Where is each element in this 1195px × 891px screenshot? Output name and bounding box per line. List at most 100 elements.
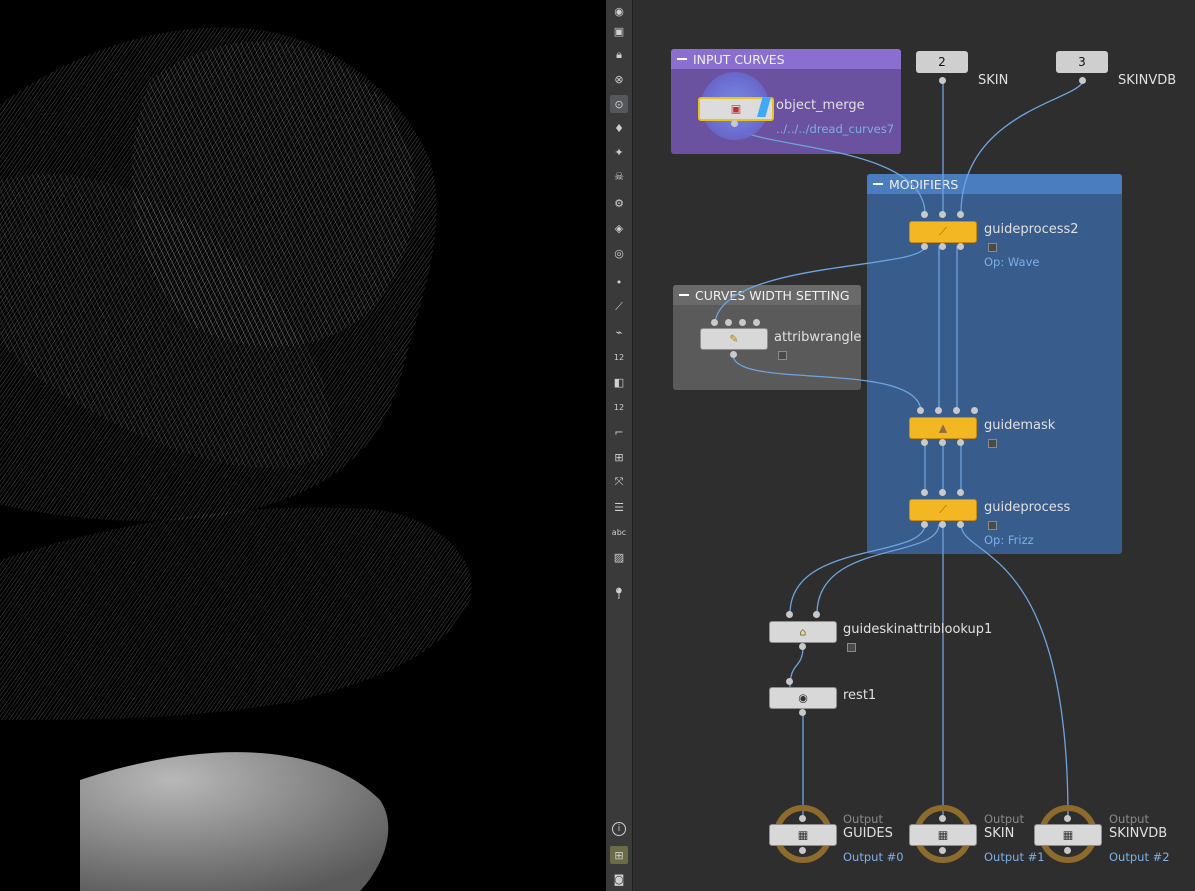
scene-viewport[interactable]: [0, 0, 606, 891]
input-connector[interactable]: [935, 407, 942, 414]
subnet-input-3[interactable]: 3: [1056, 51, 1108, 73]
eye-icon[interactable]: ◉: [610, 2, 628, 20]
input-connector[interactable]: [939, 489, 946, 496]
node-name: rest1: [843, 688, 877, 703]
curve-icon[interactable]: ⌐: [610, 423, 628, 441]
input-connector[interactable]: [921, 211, 928, 218]
ghost-icon[interactable]: ⊗: [610, 70, 628, 88]
input-connector[interactable]: [939, 211, 946, 218]
select-count-icon[interactable]: 12: [610, 348, 628, 366]
output-connector[interactable]: [730, 351, 737, 358]
info-icon[interactable]: i: [610, 820, 628, 838]
output-connector[interactable]: [939, 77, 946, 84]
output-connector[interactable]: [921, 521, 928, 528]
output-connector[interactable]: [939, 439, 946, 446]
text-icon[interactable]: abc: [610, 523, 628, 541]
paint-icon[interactable]: ⚙: [610, 194, 628, 212]
output-connector[interactable]: [921, 243, 928, 250]
output-connector[interactable]: [957, 439, 964, 446]
bypass-flag-icon[interactable]: [988, 439, 997, 448]
output-connector[interactable]: [799, 643, 806, 650]
input-connector[interactable]: [921, 489, 928, 496]
output-connector[interactable]: [939, 243, 946, 250]
camera-icon[interactable]: ◈: [610, 219, 628, 237]
node-attribwrangle[interactable]: ✎: [700, 328, 768, 350]
output-kind: Output: [984, 812, 1024, 826]
display-icon[interactable]: ▣: [610, 22, 628, 40]
output-connector[interactable]: [921, 439, 928, 446]
node-subtitle: Output #0: [843, 850, 904, 864]
node-guideskinattriblookup1[interactable]: ⌂: [769, 621, 837, 643]
node-output-guides[interactable]: ▦: [769, 824, 837, 846]
transform-icon[interactable]: ⊞: [610, 448, 628, 466]
node-edit-icon[interactable]: ⤧: [610, 473, 628, 491]
bypass-flag-icon[interactable]: [778, 351, 787, 360]
input-connector[interactable]: [711, 319, 718, 326]
input-connector[interactable]: [786, 678, 793, 685]
comb-icon: ⟋: [939, 503, 947, 516]
input-label: SKIN: [978, 73, 1009, 88]
lock-icon[interactable]: 🔒︎: [610, 46, 628, 64]
input-connector[interactable]: [739, 319, 746, 326]
output-connector[interactable]: [1079, 77, 1086, 84]
output-connector[interactable]: [731, 120, 738, 127]
input-connector[interactable]: [1064, 815, 1071, 822]
output-connector[interactable]: [939, 521, 946, 528]
dropper-icon[interactable]: ⌁: [610, 323, 628, 341]
brush-icon[interactable]: ⟋: [610, 298, 628, 316]
input-connector[interactable]: [957, 489, 964, 496]
node-output-skinvdb[interactable]: ▦: [1034, 824, 1102, 846]
point-icon[interactable]: •: [610, 273, 628, 291]
input-connector[interactable]: [917, 407, 924, 414]
node-name: GUIDES: [843, 826, 893, 841]
input-connector[interactable]: [725, 319, 732, 326]
view-icon[interactable]: ◙: [610, 870, 628, 888]
node-subtitle: Op: Wave: [984, 255, 1040, 269]
input-label: SKINVDB: [1118, 73, 1177, 88]
select-count-label: 12: [613, 402, 625, 412]
input-connector[interactable]: [939, 815, 946, 822]
input-connector[interactable]: [953, 407, 960, 414]
light-icon[interactable]: ✦: [610, 143, 628, 161]
node-output-skin[interactable]: ▦: [909, 824, 977, 846]
input-connector[interactable]: [799, 815, 806, 822]
wrangle-icon: ✎: [729, 332, 739, 346]
viewport-render: [0, 27, 472, 891]
node-name: guideprocess2: [984, 222, 1079, 237]
output-connector[interactable]: [957, 243, 964, 250]
list-icon[interactable]: ☰: [610, 498, 628, 516]
input-connector[interactable]: [753, 319, 760, 326]
skull-icon[interactable]: ☠: [610, 167, 628, 185]
node-guideprocess[interactable]: ⟋: [909, 499, 977, 521]
mask-icon: ▲: [938, 421, 948, 435]
output-connector[interactable]: [957, 521, 964, 528]
snap-icon[interactable]: ◎: [610, 244, 628, 262]
light-icon[interactable]: ♦: [610, 119, 628, 137]
node-rest1[interactable]: ◉: [769, 687, 837, 709]
node-name: SKIN: [984, 826, 1015, 841]
network-editor[interactable]: INPUT CURVES MODIFIERS CURVES WIDTH SETT…: [635, 0, 1195, 891]
select-count-icon[interactable]: 12: [610, 398, 628, 416]
select-count-icon[interactable]: ◧: [610, 373, 628, 391]
bypass-flag-icon[interactable]: [988, 243, 997, 252]
output-connector[interactable]: [1064, 847, 1071, 854]
input-connector[interactable]: [786, 611, 793, 618]
input-connector[interactable]: [957, 211, 964, 218]
input-connector[interactable]: [813, 611, 820, 618]
node-guidemask[interactable]: ▲: [909, 417, 977, 439]
input-number: 2: [938, 55, 946, 69]
node-guideprocess2[interactable]: ⟋: [909, 221, 977, 243]
lock-flag-icon[interactable]: [847, 643, 856, 652]
bypass-flag-icon[interactable]: [988, 521, 997, 530]
image-icon[interactable]: ▨: [610, 548, 628, 566]
output-connector[interactable]: [799, 847, 806, 854]
grid-icon[interactable]: ⊞: [610, 846, 628, 864]
output-connector[interactable]: [939, 847, 946, 854]
node-subtitle: Output #1: [984, 850, 1045, 864]
pin-icon[interactable]: 📍︎: [610, 584, 628, 602]
zoom-icon[interactable]: ⊙: [610, 95, 628, 113]
output-connector[interactable]: [799, 709, 806, 716]
subnet-input-2[interactable]: 2: [916, 51, 968, 73]
input-connector[interactable]: [971, 407, 978, 414]
select-count-label: 12: [613, 352, 625, 362]
